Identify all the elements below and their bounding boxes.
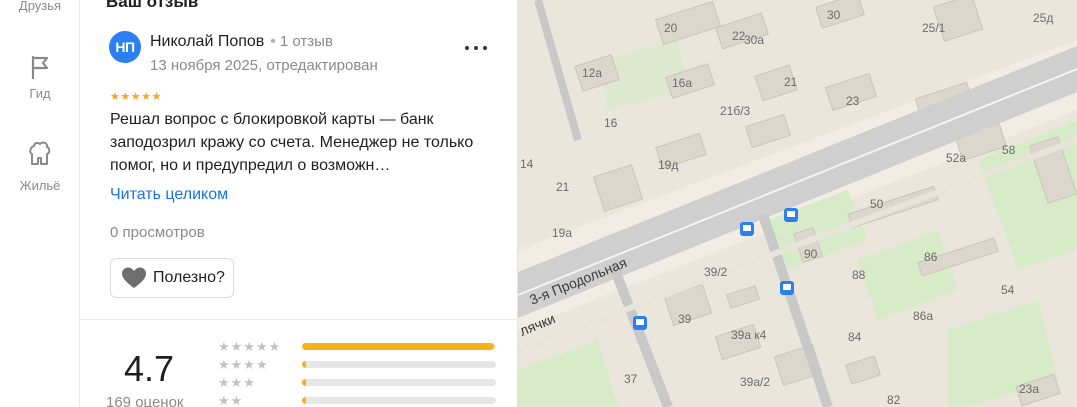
svg-text:86а: 86а (913, 309, 933, 323)
svg-text:82: 82 (887, 393, 901, 407)
heart-icon (122, 267, 146, 288)
svg-text:39а к4: 39а к4 (731, 328, 767, 342)
helpful-label: Полезно? (153, 269, 225, 286)
distribution-bar-fill (302, 343, 495, 350)
svg-text:21: 21 (784, 75, 798, 89)
svg-text:88: 88 (852, 268, 866, 282)
svg-text:58: 58 (1002, 143, 1016, 157)
review-date: 13 ноября 2025, отредактирован (150, 57, 378, 74)
more-options-button[interactable] (462, 36, 490, 58)
sidebar-item-guide[interactable]: Гид (0, 54, 80, 101)
review-panel: Ваш отзыв НП Николай Попов • 1 отзыв 13 но… (80, 0, 518, 407)
author-name[interactable]: Николай Попов (150, 33, 264, 50)
svg-text:19д: 19д (658, 158, 678, 172)
separator-dot: • (270, 33, 276, 50)
rating-distribution-row: ★★★★ (218, 357, 496, 373)
avatar[interactable]: НП (109, 31, 141, 63)
rating-value: 4.7 (124, 348, 175, 389)
rating-distribution-row: ★★ (218, 393, 496, 407)
svg-text:30а: 30а (744, 33, 764, 47)
bus-stop-icon[interactable] (633, 316, 647, 330)
sidebar-item-label: Гид (29, 86, 51, 101)
distribution-stars: ★★★★ (218, 357, 269, 372)
distribution-stars: ★★★★★ (218, 339, 282, 354)
distribution-bar (302, 361, 496, 368)
svg-text:30: 30 (827, 8, 841, 22)
sidebar-item-label: Жильё (19, 178, 61, 193)
svg-text:25д: 25д (1033, 11, 1053, 25)
distribution-bar-fill (302, 361, 306, 368)
bus-stop-icon[interactable] (780, 281, 794, 295)
svg-text:86: 86 (924, 250, 938, 264)
svg-text:39а/2: 39а/2 (740, 375, 770, 389)
svg-text:25/1: 25/1 (922, 21, 946, 35)
svg-text:23: 23 (846, 94, 860, 108)
svg-text:84: 84 (848, 330, 862, 344)
svg-text:39: 39 (678, 312, 692, 326)
bus-stop-icon[interactable] (784, 208, 798, 222)
distribution-bar (302, 379, 496, 386)
svg-text:39/2: 39/2 (704, 265, 728, 279)
svg-text:19а: 19а (552, 226, 572, 240)
views-count: 0 просмотров (110, 224, 205, 241)
bus-stop-icon[interactable] (740, 222, 754, 236)
svg-text:54: 54 (1001, 283, 1015, 297)
svg-text:37: 37 (624, 372, 638, 386)
distribution-stars: ★★ (218, 393, 244, 407)
sidebar-item-label: Друзья (18, 0, 62, 13)
rating-distribution-row: ★★★ (218, 375, 496, 391)
helpful-button[interactable]: Полезно? (110, 258, 234, 298)
sidebar-item-friends[interactable]: Друзья (0, 0, 80, 13)
svg-text:16а: 16а (672, 76, 692, 90)
svg-text:21: 21 (556, 180, 570, 194)
read-more-link[interactable]: Читать целиком (110, 186, 228, 204)
svg-text:14: 14 (520, 157, 534, 171)
review-text: Решал вопрос с блокировкой карты — банк … (110, 111, 474, 174)
svg-text:52а: 52а (946, 151, 966, 165)
svg-text:20: 20 (664, 21, 678, 35)
distribution-bar-fill (302, 397, 306, 404)
distribution-stars: ★★★ (218, 375, 256, 390)
svg-text:23а: 23а (1019, 382, 1039, 396)
review-author: Николай Попов • 1 отзыв (150, 33, 333, 51)
map-view[interactable]: 20 22 30 25/1 25д 12а 30а 16а 21 23 21б/… (518, 0, 1077, 407)
distribution-bar-fill (302, 379, 306, 386)
svg-text:16: 16 (604, 116, 618, 130)
sidebar-item-housing[interactable]: Жильё (0, 140, 80, 193)
rating-count: 169 оценок (106, 394, 184, 407)
map-canvas[interactable]: 20 22 30 25/1 25д 12а 30а 16а 21 23 21б/… (518, 0, 1077, 407)
author-review-count: 1 отзыв (279, 33, 333, 50)
svg-text:50: 50 (870, 197, 884, 211)
svg-text:21б/3: 21б/3 (720, 104, 751, 118)
svg-text:90: 90 (804, 247, 818, 261)
left-rail: Друзья Гид Жильё (0, 0, 80, 407)
housing-icon (29, 141, 51, 165)
svg-text:12а: 12а (582, 66, 602, 80)
distribution-bar (302, 343, 496, 350)
rating-distribution-row: ★★★★★ (218, 339, 496, 355)
distribution-bar (302, 397, 496, 404)
panel-heading: Ваш отзыв (106, 0, 199, 11)
divider (80, 319, 517, 320)
review-stars: ★★★★★ (110, 91, 162, 103)
flag-icon (31, 55, 49, 80)
